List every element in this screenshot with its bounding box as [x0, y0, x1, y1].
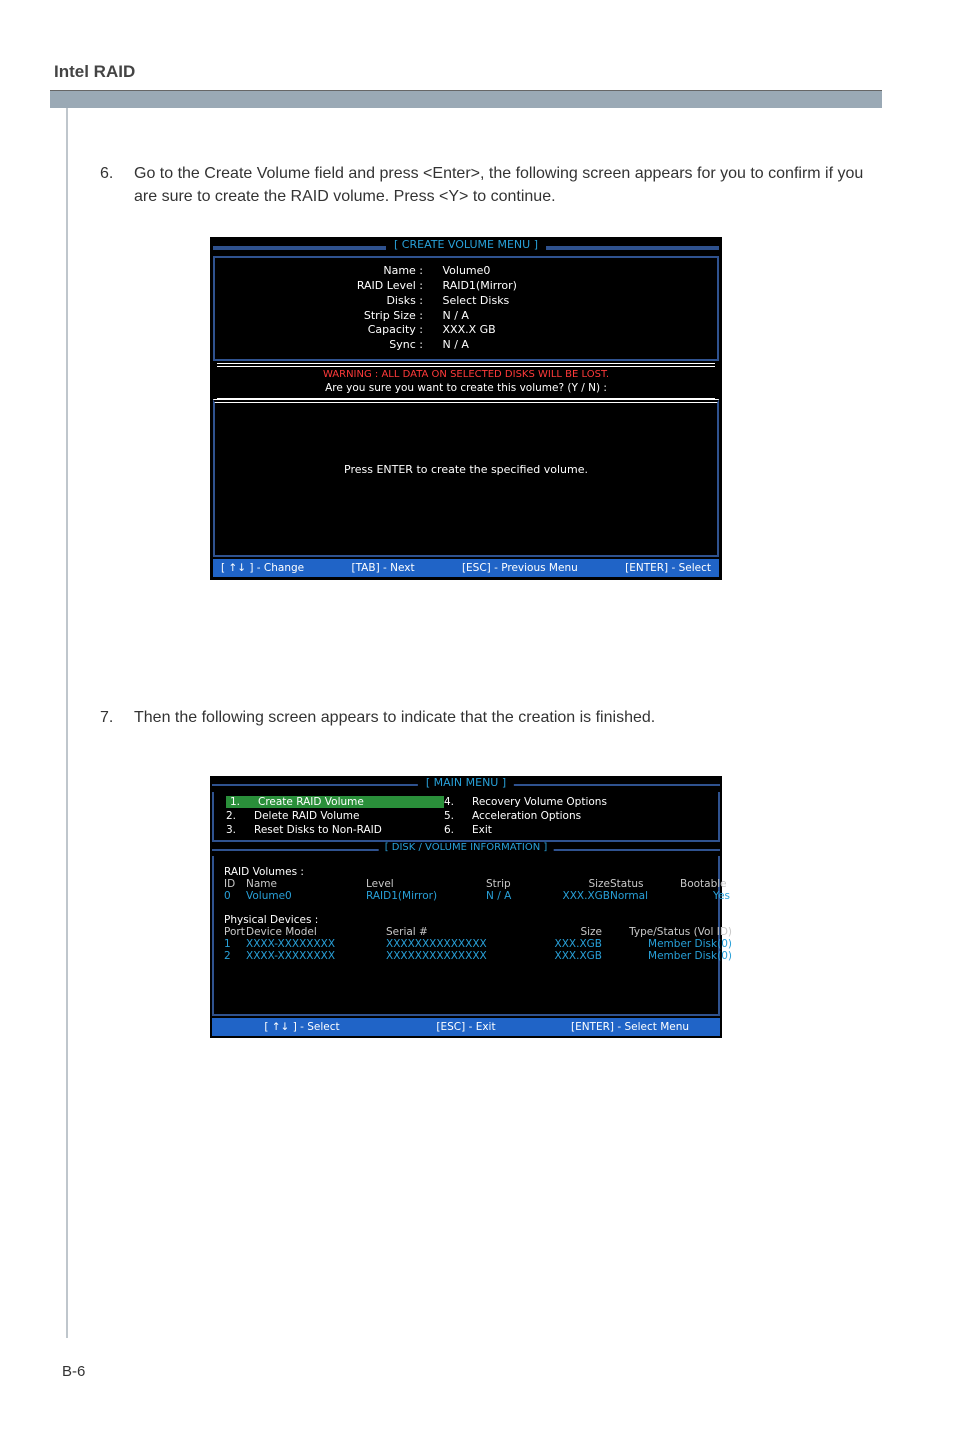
panel2-footer: [ ↑↓ ] - Select [ESC] - Exit [ENTER] - S…: [212, 1018, 720, 1036]
panel2-titlebar: [ MAIN MENU ]: [210, 776, 722, 792]
panel2-menu: 1. Create RAID Volume 4. Recovery Volume…: [212, 792, 720, 842]
main-menu-panel: [ MAIN MENU ] 1. Create RAID Volume 4. R…: [210, 776, 722, 1038]
vol-hdr-size: Size: [536, 878, 610, 890]
phys-hdr-serial: Serial #: [386, 926, 536, 938]
footer2-esc: [ESC] - Exit: [384, 1021, 548, 1033]
panel1-footer: [ ↑↓ ] - Change [TAB] - Next [ESC] - Pre…: [213, 559, 719, 577]
step-6-text: Go to the Create Volume field and press …: [134, 162, 880, 208]
page-number: B-6: [62, 1363, 85, 1380]
lbl-name: Name :: [223, 264, 423, 279]
menu-4-text[interactable]: Recovery Volume Options: [472, 796, 706, 808]
step-6: 6. Go to the Create Volume field and pre…: [100, 162, 880, 208]
lbl-strip: Strip Size :: [223, 309, 423, 324]
menu-4-num[interactable]: 4.: [444, 796, 472, 808]
panel1-enter-box: Press ENTER to create the specified volu…: [213, 399, 719, 557]
val-disks: Select Disks: [443, 294, 687, 309]
vol-strip: N / A: [486, 890, 536, 902]
page-title: Intel RAID: [54, 62, 135, 82]
phys-1-size: XXX.XGB: [536, 938, 602, 950]
lbl-capacity: Capacity :: [223, 323, 423, 338]
vol-data-row: 0 Volume0 RAID1(Mirror) N / A XXX.XGB No…: [224, 890, 708, 902]
vol-status: Normal: [610, 890, 680, 902]
panel1-warning: WARNING : ALL DATA ON SELECTED DISKS WIL…: [217, 369, 715, 380]
step-7-text: Then the following screen appears to ind…: [134, 706, 880, 729]
panel1-warning-box: WARNING : ALL DATA ON SELECTED DISKS WIL…: [217, 363, 715, 399]
phys-2-port: 2: [224, 950, 246, 962]
phys-hdr-size: Size: [536, 926, 602, 938]
panel1-fields: Name : RAID Level : Disks : Strip Size :…: [213, 256, 719, 361]
menu-6-num[interactable]: 6.: [444, 824, 472, 836]
footer2-enter: [ENTER] - Select Menu: [548, 1021, 712, 1033]
step-7: 7. Then the following screen appears to …: [100, 706, 880, 729]
vol-hdr-strip: Strip: [486, 878, 536, 890]
panel2-info: RAID Volumes : ID Name Level Strip Size …: [212, 856, 720, 1016]
phys-row-1: 1 XXXX-XXXXXXXX XXXXXXXXXXXXXX XXX.XGB M…: [224, 938, 708, 950]
panel1-confirm: Are you sure you want to create this vol…: [217, 382, 715, 394]
panel1-titlebar: [ CREATE VOLUME MENU ]: [211, 238, 721, 254]
phys-2-size: XXX.XGB: [536, 950, 602, 962]
phys-hdr-model: Device Model: [246, 926, 386, 938]
phys-1-port: 1: [224, 938, 246, 950]
val-strip: N / A: [443, 309, 687, 324]
lbl-raid: RAID Level :: [223, 279, 423, 294]
phys-header-row: Port Device Model Serial # Size Type/Sta…: [224, 926, 708, 938]
phys-section: Physical Devices :: [224, 914, 708, 926]
vol-hdr-level: Level: [366, 878, 486, 890]
vol-header-row: ID Name Level Strip Size Status Bootable: [224, 878, 708, 890]
phys-2-ts: Member Disk(0): [602, 950, 732, 962]
phys-1-serial: XXXXXXXXXXXXXX: [386, 938, 536, 950]
left-margin-rule: [66, 108, 68, 1338]
menu-1-text[interactable]: Create RAID Volume: [254, 796, 444, 808]
lbl-disks: Disks :: [223, 294, 423, 309]
panel2-title: [ MAIN MENU ]: [418, 776, 514, 789]
footer2-select: [ ↑↓ ] - Select: [220, 1021, 384, 1033]
val-raid: RAID1(Mirror): [443, 279, 687, 294]
menu-3-num[interactable]: 3.: [226, 824, 254, 836]
menu-2-num[interactable]: 2.: [226, 810, 254, 822]
panel1-title: [ CREATE VOLUME MENU ]: [386, 238, 546, 251]
val-name: Volume0: [443, 264, 687, 279]
vol-hdr-status: Status: [610, 878, 680, 890]
panel2-divtitle-label: [ DISK / VOLUME INFORMATION ]: [379, 842, 554, 853]
menu-1-num[interactable]: 1.: [226, 796, 254, 808]
phys-1-ts: Member Disk(0): [602, 938, 732, 950]
vol-hdr-boot: Bootable: [680, 878, 730, 890]
footer-change: [ ↑↓ ] - Change: [221, 562, 304, 574]
lbl-sync: Sync :: [223, 338, 423, 353]
vol-level: RAID1(Mirror): [366, 890, 486, 902]
footer-tab: [TAB] - Next: [351, 562, 414, 574]
create-volume-panel: [ CREATE VOLUME MENU ] Name : RAID Level…: [210, 237, 722, 580]
step-7-number: 7.: [100, 706, 113, 729]
phys-1-model: XXXX-XXXXXXXX: [246, 938, 386, 950]
phys-2-model: XXXX-XXXXXXXX: [246, 950, 386, 962]
vol-hdr-name: Name: [246, 878, 366, 890]
menu-3-text[interactable]: Reset Disks to Non-RAID: [254, 824, 444, 836]
vol-boot: Yes: [680, 890, 730, 902]
phys-2-serial: XXXXXXXXXXXXXX: [386, 950, 536, 962]
vol-section: RAID Volumes :: [224, 866, 708, 878]
step-6-number: 6.: [100, 162, 113, 185]
vol-id: 0: [224, 890, 246, 902]
menu-2-text[interactable]: Delete RAID Volume: [254, 810, 444, 822]
panel1-enter-msg: Press ENTER to create the specified volu…: [215, 463, 717, 476]
footer-enter: [ENTER] - Select: [625, 562, 711, 574]
phys-row-2: 2 XXXX-XXXXXXXX XXXXXXXXXXXXXX XXX.XGB M…: [224, 950, 708, 962]
footer-esc: [ESC] - Previous Menu: [462, 562, 578, 574]
phys-hdr-port: Port: [224, 926, 246, 938]
menu-5-text[interactable]: Acceleration Options: [472, 810, 706, 822]
val-sync: N / A: [443, 338, 687, 353]
vol-hdr-id: ID: [224, 878, 246, 890]
header-divider: [50, 90, 882, 108]
panel2-divtitle: [ DISK / VOLUME INFORMATION ]: [212, 842, 720, 856]
val-capacity: XXX.X GB: [443, 323, 687, 338]
menu-5-num[interactable]: 5.: [444, 810, 472, 822]
menu-6-text[interactable]: Exit: [472, 824, 706, 836]
vol-name: Volume0: [246, 890, 366, 902]
vol-size: XXX.XGB: [536, 890, 610, 902]
phys-hdr-typestatus: Type/Status (Vol ID): [602, 926, 732, 938]
